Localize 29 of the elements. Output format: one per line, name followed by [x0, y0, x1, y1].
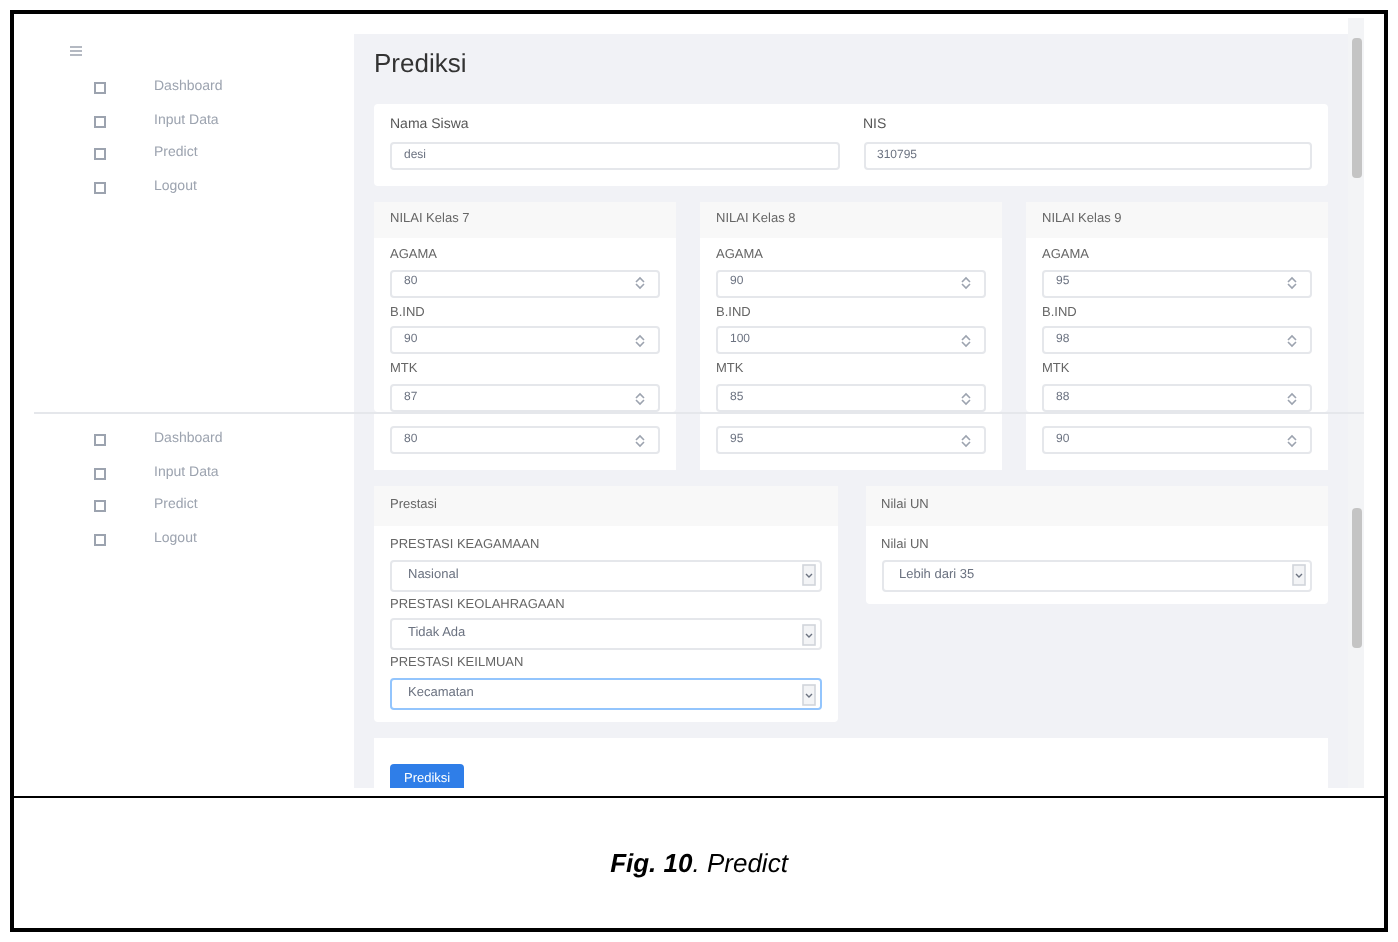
chevron-down-icon [801, 683, 815, 705]
chevron-down-icon [801, 623, 815, 646]
spinner-icon [634, 333, 646, 348]
menu-icon[interactable] [70, 46, 82, 56]
spinner-icon [960, 391, 972, 405]
spinner-icon [634, 391, 646, 405]
spinner-icon [960, 433, 972, 447]
menu-item-icon [94, 533, 106, 546]
scrollbar[interactable] [1348, 18, 1364, 412]
menu-item-icon [94, 434, 106, 447]
chevron-down-icon [801, 564, 815, 586]
figure-caption: Fig. 10. Predict [610, 845, 788, 882]
menu-item-icon [94, 148, 106, 161]
menu-item-icon [94, 500, 106, 513]
spinner-icon [960, 276, 972, 290]
spinner-icon [960, 333, 972, 348]
spinner-icon [1286, 433, 1298, 447]
menu-item-icon [94, 467, 106, 480]
spinner-icon [1286, 391, 1298, 405]
spinner-icon [1286, 333, 1298, 348]
scrollbar[interactable] [1348, 414, 1364, 788]
spinner-icon [1286, 276, 1298, 290]
spinner-icon [634, 276, 646, 290]
menu-item-icon [94, 181, 106, 194]
page-title: Prediksi [374, 49, 469, 75]
spinner-icon [634, 433, 646, 447]
menu-item-icon [94, 115, 106, 128]
menu-item-icon [94, 82, 106, 95]
chevron-down-icon [1292, 564, 1306, 586]
